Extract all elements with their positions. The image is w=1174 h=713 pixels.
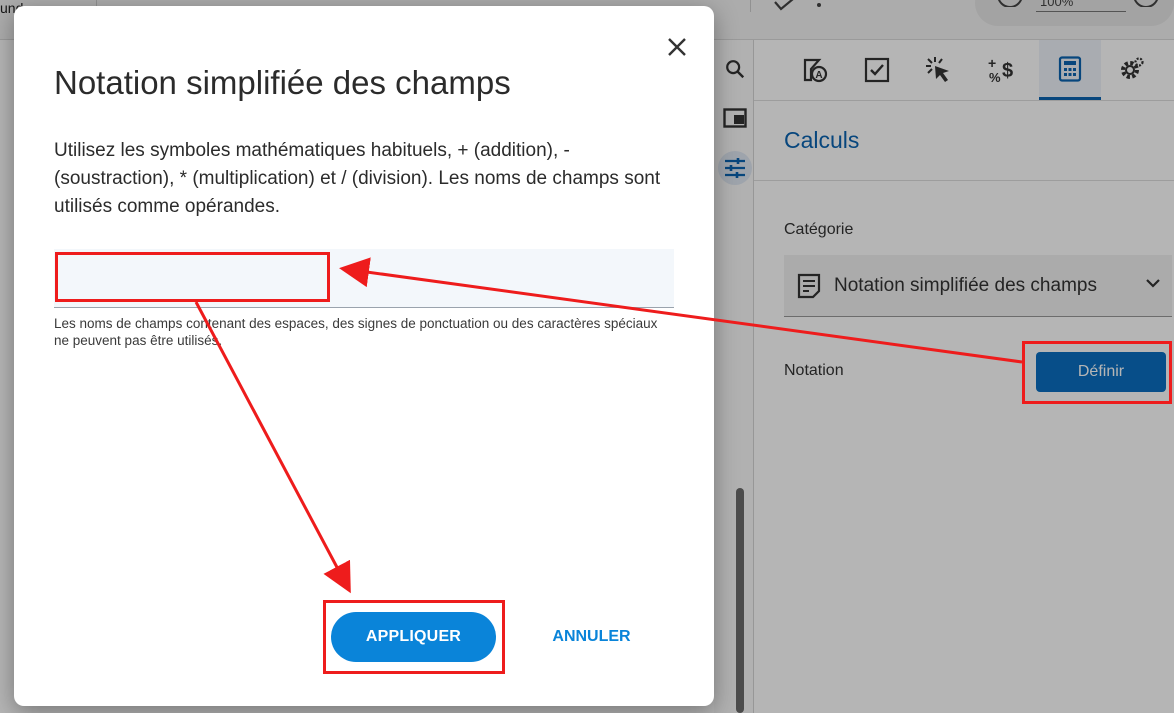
- annotation-box-input: [55, 252, 330, 302]
- dialog-description: Utilisez les symboles mathématiques habi…: [54, 140, 661, 217]
- annotation-box-apply: [323, 600, 505, 674]
- dialog-title: Notation simplifiée des champs: [54, 64, 511, 101]
- annotation-box-define: [1022, 341, 1172, 404]
- field-hint: Les noms de champs contenant des espaces…: [54, 316, 658, 348]
- cancel-button[interactable]: ANNULER: [534, 612, 649, 662]
- close-icon[interactable]: [662, 32, 692, 62]
